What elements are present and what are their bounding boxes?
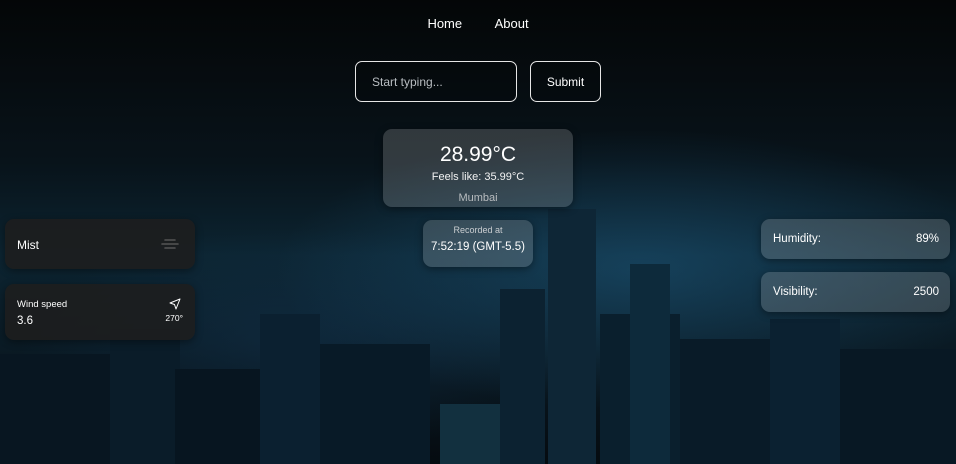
- humidity-card: Humidity: 89%: [761, 219, 950, 259]
- visibility-label: Visibility:: [773, 286, 818, 298]
- condition-card: Mist: [5, 219, 195, 269]
- feels-like-text: Feels like: 35.99°C: [431, 171, 525, 183]
- visibility-value: 2500: [913, 286, 939, 298]
- wind-speed-label: Wind speed: [17, 299, 68, 310]
- current-weather-card: 28.99°C Feels like: 35.99°C Mumbai: [383, 129, 573, 207]
- condition-label: Mist: [17, 238, 39, 252]
- wind-speed-value: 3.6: [17, 315, 33, 327]
- wind-direction-value: 270°: [165, 313, 183, 323]
- humidity-label: Humidity:: [773, 233, 821, 245]
- city-search-input[interactable]: [355, 61, 517, 102]
- recorded-at-label: Recorded at: [453, 225, 503, 235]
- wind-card: Wind speed 3.6 270°: [5, 284, 195, 340]
- humidity-value: 89%: [915, 233, 939, 245]
- recorded-at-card: Recorded at 7:52:19 (GMT-5.5): [423, 220, 533, 267]
- city-name: Mumbai: [458, 192, 498, 204]
- visibility-card: Visibility: 2500: [761, 272, 950, 312]
- nav-home-link[interactable]: Home: [425, 14, 464, 33]
- submit-button[interactable]: Submit: [530, 61, 601, 102]
- nav-about-link[interactable]: About: [493, 14, 531, 33]
- temperature-value: 28.99°C: [439, 143, 517, 166]
- navigation-arrow-icon: [169, 298, 181, 310]
- mist-icon: [161, 239, 179, 249]
- recorded-at-time: 7:52:19 (GMT-5.5): [431, 241, 525, 253]
- top-nav: Home About: [0, 14, 956, 33]
